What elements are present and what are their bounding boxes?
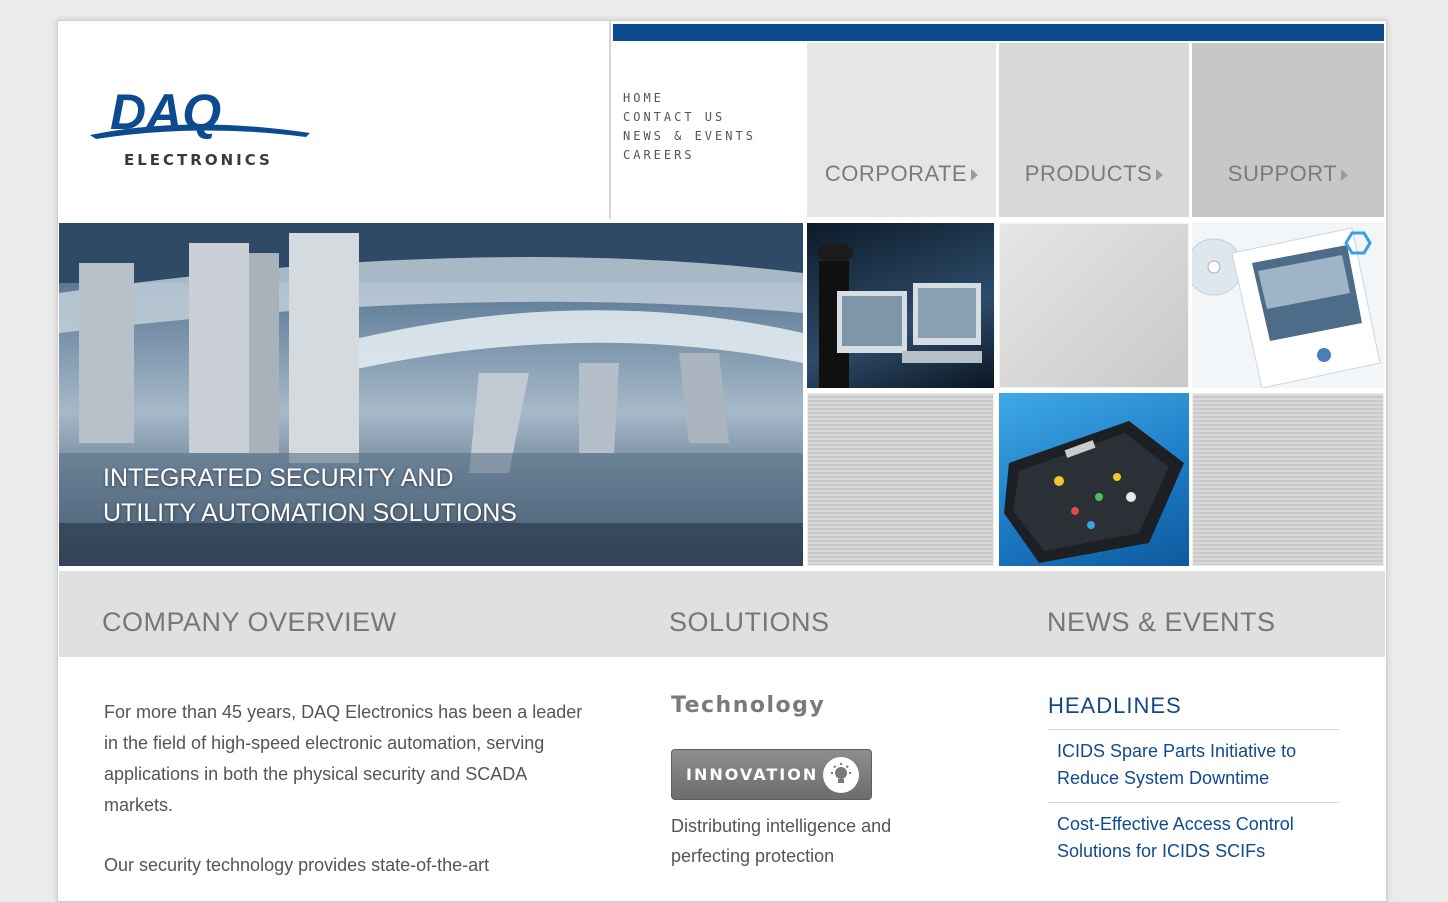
- tile-lined-2: [1192, 393, 1384, 566]
- nav-label-support: SUPPORT: [1227, 161, 1338, 186]
- quick-link-home[interactable]: HOME: [623, 89, 756, 108]
- overview-paragraph-2: Our security technology provides state-o…: [104, 855, 490, 875]
- technology-title: Technology: [671, 693, 826, 718]
- tile-starwatch-photo[interactable]: [1192, 223, 1384, 388]
- quick-link-contact[interactable]: CONTACT US: [623, 108, 756, 127]
- headline-link[interactable]: ICIDS Spare Parts Initiative to Reduce S…: [1048, 729, 1339, 802]
- starwatch-product-image: [1192, 227, 1381, 388]
- tile-surveillance-photo[interactable]: [807, 223, 994, 388]
- heading-news-events[interactable]: NEWS & EVENTS: [1047, 607, 1276, 638]
- company-overview-text: For more than 45 years, DAQ Electronics …: [104, 697, 584, 901]
- hero-tagline: INTEGRATED SECURITY AND UTILITY AUTOMATI…: [103, 461, 517, 531]
- chevron-right-icon: [1341, 169, 1349, 182]
- heading-company-overview[interactable]: COMPANY OVERVIEW: [102, 607, 397, 638]
- tile-controller-photo[interactable]: [999, 393, 1189, 566]
- innovation-button[interactable]: INNOVATION: [671, 749, 872, 800]
- header-blue-strip: [613, 24, 1384, 41]
- quick-links: HOME CONTACT US NEWS & EVENTS CAREERS: [623, 89, 756, 165]
- tile-grey-1: [999, 223, 1189, 388]
- tile-lined-1: [807, 393, 994, 566]
- logo-letters: DAQ: [110, 85, 221, 140]
- quick-link-careers[interactable]: CAREERS: [623, 146, 756, 165]
- quick-link-news[interactable]: NEWS & EVENTS: [623, 127, 756, 146]
- entrostar-controller-image: [1004, 421, 1184, 563]
- logo-subtitle: ELECTRONICS: [124, 151, 273, 169]
- nav-tile-support[interactable]: SUPPORT: [1192, 43, 1384, 217]
- headline-link[interactable]: Cost-Effective Access Control Solutions …: [1048, 802, 1339, 875]
- header-divider: [609, 21, 611, 219]
- surveillance-monitors-image: [817, 243, 982, 388]
- nav-label-products: PRODUCTS: [1024, 161, 1153, 186]
- page-container: DAQ ELECTRONICS HOME CONTACT US NEWS & E…: [57, 20, 1387, 902]
- overview-paragraph-1: For more than 45 years, DAQ Electronics …: [104, 702, 583, 815]
- nav-tile-corporate[interactable]: CORPORATE: [807, 43, 996, 217]
- section-heading-bar: COMPANY OVERVIEW SOLUTIONS NEWS & EVENTS: [59, 571, 1385, 657]
- chevron-right-icon: [971, 169, 979, 182]
- hero-tagline-line1: INTEGRATED SECURITY AND: [103, 464, 454, 492]
- logo-area[interactable]: DAQ ELECTRONICS: [58, 21, 609, 219]
- nav-tile-products[interactable]: PRODUCTS: [999, 43, 1189, 217]
- nav-label-corporate: CORPORATE: [824, 161, 968, 186]
- chevron-right-icon: [1156, 169, 1164, 182]
- technology-description: Distributing intelligence and perfecting…: [671, 816, 892, 866]
- heading-solutions[interactable]: SOLUTIONS: [669, 607, 830, 638]
- hero-tagline-line2: UTILITY AUTOMATION SOLUTIONS: [103, 499, 517, 527]
- hero-banner: INTEGRATED SECURITY AND UTILITY AUTOMATI…: [59, 223, 803, 566]
- headlines-list: ICIDS Spare Parts Initiative to Reduce S…: [1048, 729, 1339, 875]
- innovation-button-label: INNOVATION: [686, 765, 819, 784]
- headlines-title: HEADLINES: [1048, 693, 1182, 718]
- lightbulb-icon: [823, 757, 859, 793]
